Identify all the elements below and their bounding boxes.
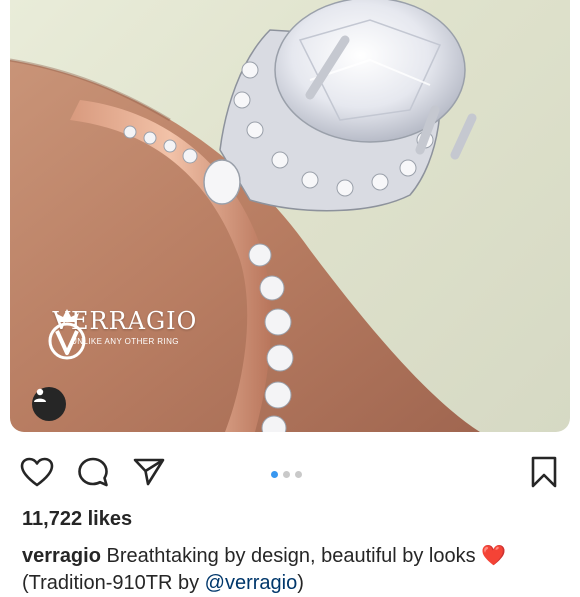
like-count[interactable]: 11,722 likes bbox=[22, 508, 132, 531]
verragio-crest-icon bbox=[48, 309, 86, 360]
tagged-users-button[interactable] bbox=[32, 387, 66, 421]
user-icon bbox=[34, 388, 46, 402]
brand-watermark: VERRAGIO UNLIKE ANY OTHER RING bbox=[40, 305, 210, 360]
comment-icon bbox=[78, 457, 108, 487]
caption-text-end: ) bbox=[297, 572, 304, 594]
send-icon bbox=[133, 458, 165, 486]
carousel-dot bbox=[283, 471, 290, 478]
comment-button[interactable] bbox=[75, 452, 111, 492]
caption-username[interactable]: verragio bbox=[22, 545, 101, 567]
share-button[interactable] bbox=[131, 452, 167, 492]
heart-emoji: ❤️ bbox=[481, 545, 507, 567]
heart-icon bbox=[20, 457, 54, 487]
carousel-dot-active bbox=[271, 471, 278, 478]
post-image[interactable]: VERRAGIO UNLIKE ANY OTHER RING bbox=[10, 0, 570, 432]
caption-mention[interactable]: @verragio bbox=[205, 572, 298, 594]
ring-photo bbox=[10, 0, 480, 432]
post-caption: verragio Breathtaking by design, beautif… bbox=[22, 543, 562, 597]
carousel-dot bbox=[295, 471, 302, 478]
carousel-indicator bbox=[271, 471, 302, 478]
caption-text: Breathtaking by design, beautiful by loo… bbox=[100, 545, 482, 567]
bookmark-icon bbox=[531, 456, 557, 488]
save-button[interactable] bbox=[526, 452, 562, 492]
caption-text-after: (Tradition-910TR by bbox=[22, 572, 205, 594]
like-button[interactable] bbox=[19, 452, 55, 492]
